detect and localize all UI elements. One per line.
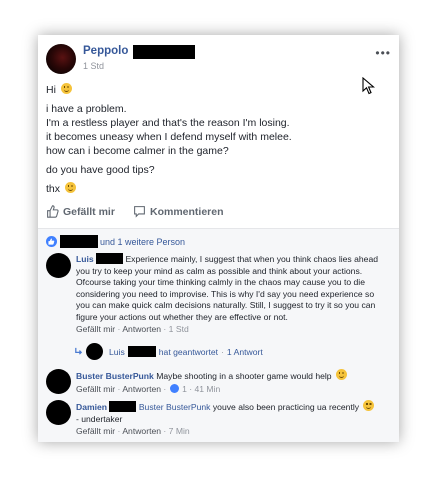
comment-reply-link[interactable]: Antworten xyxy=(122,384,161,394)
like-button-label: Gefällt mir xyxy=(63,205,115,218)
reply-avatar xyxy=(86,343,103,360)
post-line: it becomes uneasy when I defend myself w… xyxy=(46,131,292,143)
post-text: Hi i have a problem. I'm a restless play… xyxy=(46,83,386,196)
redacted-name-block xyxy=(60,235,98,248)
comment-time[interactable]: 1 Std xyxy=(169,324,189,334)
like-button[interactable]: Gefällt mir xyxy=(46,205,115,218)
redacted-name-block xyxy=(109,401,137,412)
comment: Buster BusterPunk Maybe shooting in a sh… xyxy=(46,369,391,397)
reply-author: Luis xyxy=(109,346,125,357)
comment-reply-link[interactable]: Antworten xyxy=(122,324,161,334)
post-line: do you have good tips? xyxy=(46,164,155,176)
redacted-name-block xyxy=(127,346,156,357)
smile-emoji-icon xyxy=(335,369,347,380)
comment-text: youve also been practicing ua recently xyxy=(212,402,360,412)
comment-icon xyxy=(134,206,145,218)
comment-text: Maybe shooting in a shooter game would h… xyxy=(156,371,332,381)
redacted-name-block xyxy=(96,253,124,264)
post-line-hi: Hi xyxy=(46,84,56,96)
comment-author[interactable]: Luis xyxy=(76,254,94,264)
comment: Luis Experience mainly, I suggest that w… xyxy=(46,253,391,343)
comment-like-link[interactable]: Gefällt mir xyxy=(76,426,115,436)
like-reaction-icon xyxy=(46,236,57,247)
post-line: I'm a restless player and that's the rea… xyxy=(46,117,290,129)
post-timestamp[interactable]: 1 Std xyxy=(83,61,104,71)
reply-count: 1 Antwort xyxy=(226,346,263,357)
comment-button-label: Kommentieren xyxy=(150,205,224,218)
post-header: Peppolo 1 Std ••• xyxy=(46,44,391,76)
reply-arrow-icon xyxy=(75,347,83,355)
post-line: how can i become calmer in the game? xyxy=(46,145,229,157)
comment-author[interactable]: Buster BusterPunk xyxy=(76,371,154,381)
comment-meta: Gefällt mir · Antworten · 7 Min xyxy=(76,426,190,436)
comment-text-line2: - undertaker xyxy=(76,413,123,424)
mouse-cursor-icon xyxy=(362,77,375,95)
reactions-summary[interactable]: und 1 weitere Person xyxy=(46,235,185,248)
like-reaction-icon xyxy=(169,383,179,393)
comments-section: und 1 weitere Person Luis Experience mai… xyxy=(38,229,399,442)
comment-mention[interactable]: Buster BusterPunk xyxy=(139,402,211,412)
comment-meta: Gefällt mir · Antworten · 1 Std xyxy=(76,324,189,334)
reply-action: hat geantwortet xyxy=(158,346,219,357)
comment-like-link[interactable]: Gefällt mir xyxy=(76,324,115,334)
commenter-avatar[interactable] xyxy=(46,253,71,278)
comment-author[interactable]: Damien xyxy=(76,402,107,412)
smile-emoji-icon xyxy=(64,182,76,193)
reactions-text: und 1 weitere Person xyxy=(100,236,186,247)
comment-meta: Gefällt mir · Antworten · 1 · 41 Min xyxy=(76,383,221,394)
smile-emoji-icon xyxy=(363,400,375,411)
comment-button[interactable]: Kommentieren xyxy=(133,205,224,218)
post-card: Peppolo 1 Std ••• Hi i have a problem. I… xyxy=(38,35,399,442)
author-avatar[interactable] xyxy=(46,44,76,74)
comment-time[interactable]: 41 Min xyxy=(194,384,220,394)
commenter-avatar[interactable] xyxy=(46,369,71,394)
smile-emoji-icon xyxy=(60,83,72,94)
more-options-icon[interactable]: ••• xyxy=(375,46,391,60)
comment-text: Experience mainly, I suggest that when y… xyxy=(76,254,379,322)
comment-time[interactable]: 7 Min xyxy=(169,426,190,436)
post-line-thx: thx xyxy=(46,183,61,195)
author-name[interactable]: Peppolo xyxy=(83,45,128,57)
post-line: i have a problem. xyxy=(46,103,127,115)
comment-reply-link[interactable]: Antworten xyxy=(122,426,161,436)
comment: Damien Buster BusterPunk youve also been… xyxy=(46,400,391,440)
redacted-name-block xyxy=(133,45,195,59)
commenter-avatar[interactable] xyxy=(46,400,71,425)
thumbs-up-icon xyxy=(47,205,59,218)
comment-like-link[interactable]: Gefällt mir xyxy=(76,384,115,394)
replies-summary[interactable]: Luis hat geantwortet · 1 Antwort xyxy=(74,343,263,360)
post-actions: Gefällt mir Kommentieren xyxy=(46,205,391,223)
comment-like-count[interactable]: 1 xyxy=(182,384,187,394)
